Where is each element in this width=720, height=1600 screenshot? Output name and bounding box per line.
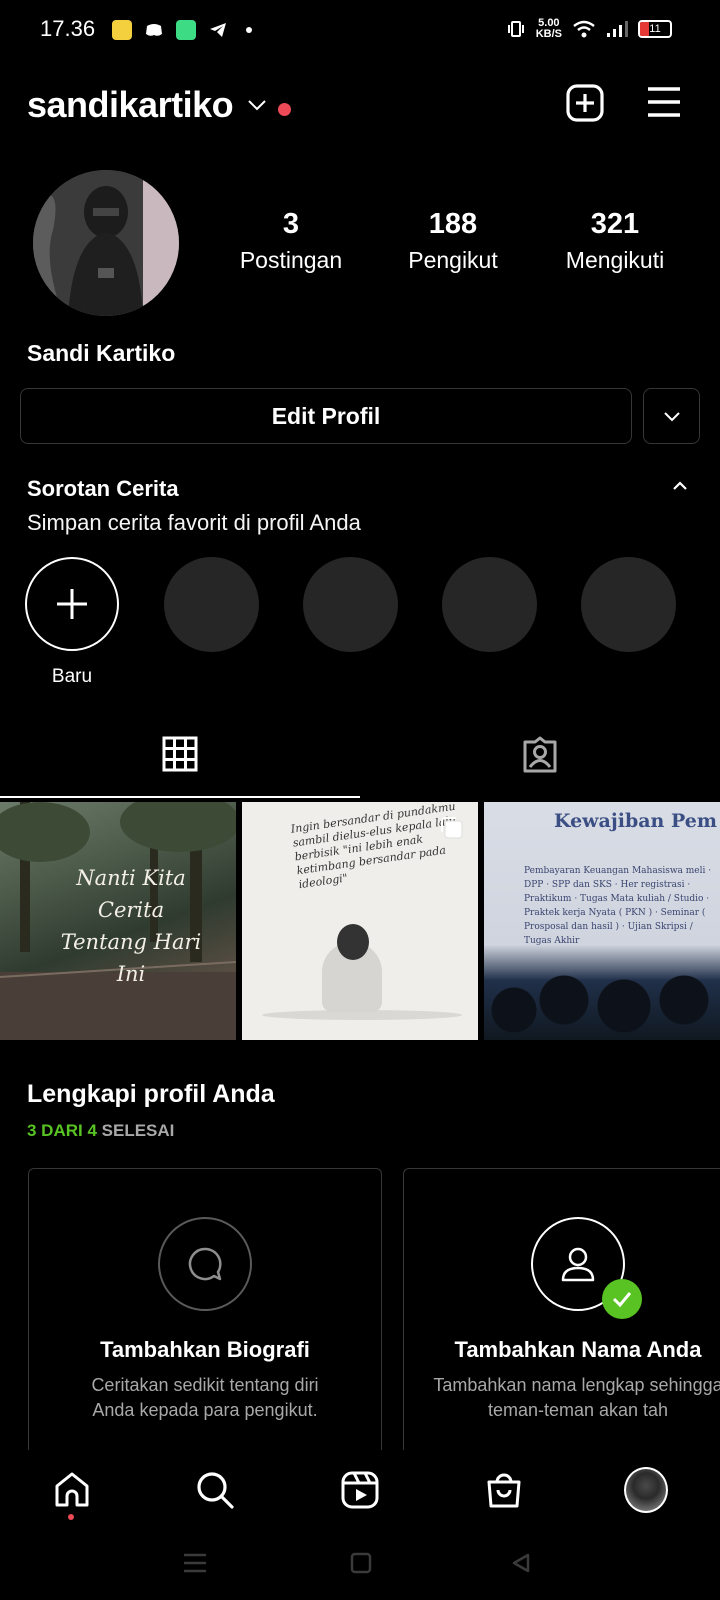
suggested-accounts-button[interactable] xyxy=(643,388,700,444)
telegram-icon xyxy=(208,20,228,40)
battery-indicator: 11 xyxy=(638,20,672,38)
stat-value: 188 xyxy=(428,208,478,240)
highlights-title: Sorotan Cerita xyxy=(27,476,179,501)
nav-profile[interactable] xyxy=(624,1467,668,1513)
highlight-placeholder xyxy=(442,557,537,652)
more-notifications-dot xyxy=(246,27,252,33)
avatar-image xyxy=(33,170,179,316)
tab-posts-grid[interactable] xyxy=(0,736,360,798)
post-caption-text: Nanti Kita Cerita Tentang Hari Ini xyxy=(60,866,202,986)
card-description: Ceritakan sedikit tentang diri Anda kepa… xyxy=(91,1375,319,1420)
slide-list: Pembayaran Keuangan Mahasiswa meli · DPP… xyxy=(524,866,712,946)
profile-avatar[interactable] xyxy=(33,170,179,316)
status-time: 17.36 xyxy=(40,16,96,41)
chevron-up-icon[interactable] xyxy=(672,480,688,492)
recent-apps-icon[interactable] xyxy=(183,1552,207,1574)
battery-level: 11 xyxy=(649,23,661,35)
stat-following[interactable]: 321 Mengikuti xyxy=(545,208,685,274)
profile-avatar-small xyxy=(624,1467,668,1513)
search-icon xyxy=(197,1472,234,1509)
stat-label: Pengikut xyxy=(408,247,498,273)
card-icon-circle xyxy=(158,1217,252,1311)
vibrate-icon xyxy=(507,21,524,37)
add-bio-card[interactable]: Tambahkan Biografi Ceritakan sedikit ten… xyxy=(28,1168,382,1458)
slide-title: Kewajiban Pem Keuangan Mah xyxy=(554,810,720,832)
post-thumbnail[interactable]: Nanti Kita Cerita Tentang Hari Ini xyxy=(0,802,236,1040)
notification-icons xyxy=(112,20,252,40)
complete-profile-title: Lengkapi profil Anda xyxy=(27,1080,275,1108)
person-icon xyxy=(561,1247,595,1282)
create-post-button[interactable] xyxy=(565,83,605,123)
highlight-placeholder xyxy=(303,557,398,652)
stat-value: 321 xyxy=(590,208,640,240)
shopping-bag-icon xyxy=(487,1473,521,1508)
menu-icon[interactable] xyxy=(646,84,682,120)
tab-tagged[interactable] xyxy=(360,736,720,798)
edit-profile-button[interactable]: Edit Profil xyxy=(20,388,632,444)
card-title: Tambahkan Nama Anda xyxy=(454,1337,702,1362)
post-thumbnail[interactable]: Kewajiban Pem Keuangan Mah Pembayaran Ke… xyxy=(484,802,720,1040)
home-icon xyxy=(55,1472,89,1507)
full-name: Sandi Kartiko xyxy=(27,340,176,366)
app-notification-icon xyxy=(112,20,132,40)
nav-search[interactable] xyxy=(193,1468,237,1512)
chat-app-icon xyxy=(176,20,196,40)
add-name-card[interactable]: Tambahkan Nama Anda Tambahkan nama lengk… xyxy=(403,1168,720,1458)
progress-label: SELESAI xyxy=(101,1121,175,1140)
completed-check-icon xyxy=(602,1279,642,1319)
speech-bubble-icon xyxy=(188,1247,222,1281)
system-navigation-bar xyxy=(0,1530,720,1600)
bottom-navigation xyxy=(0,1450,720,1530)
illustration-head xyxy=(337,924,369,960)
chevron-down-icon[interactable] xyxy=(247,98,267,112)
highlights-subtitle: Simpan cerita favorit di profil Anda xyxy=(27,510,361,535)
stat-posts[interactable]: 3 Postingan xyxy=(221,208,361,274)
highlight-placeholder xyxy=(581,557,676,652)
progress-count: 3 DARI 4 xyxy=(27,1121,97,1140)
net-speed-unit: KB/S xyxy=(535,28,562,40)
signal-icon xyxy=(607,21,628,37)
stat-label: Mengikuti xyxy=(565,247,665,273)
active-tab-indicator xyxy=(0,796,360,798)
audience-silhouettes xyxy=(484,970,720,1040)
grid-icon xyxy=(162,736,198,772)
nav-home[interactable] xyxy=(50,1468,94,1512)
home-notification-dot xyxy=(68,1514,74,1520)
card-title: Tambahkan Biografi xyxy=(100,1337,310,1362)
new-highlight-label: Baru xyxy=(51,666,93,687)
nav-shop[interactable] xyxy=(482,1468,526,1512)
stat-value: 3 xyxy=(282,208,300,240)
status-right: 5.00 KB/S 11 xyxy=(506,18,672,40)
reels-icon xyxy=(341,1471,379,1509)
nav-reels[interactable] xyxy=(338,1468,382,1512)
net-speed: 5.00 KB/S xyxy=(536,18,562,40)
stat-label: Postingan xyxy=(239,247,343,273)
discord-icon xyxy=(144,20,164,40)
back-icon[interactable] xyxy=(510,1552,532,1574)
post-thumbnail[interactable]: Ingin bersandar di pundakmu sambil dielu… xyxy=(242,802,478,1040)
new-highlight-button[interactable] xyxy=(25,557,119,651)
notification-dot xyxy=(278,103,291,116)
chevron-down-icon xyxy=(663,412,680,422)
plus-icon xyxy=(57,589,87,619)
highlight-placeholder xyxy=(164,557,259,652)
home-button-icon[interactable] xyxy=(350,1552,372,1574)
card-description: Tambahkan nama lengkap sehingga teman-te… xyxy=(433,1375,720,1420)
wifi-icon xyxy=(573,20,595,38)
tagged-person-icon xyxy=(523,736,557,773)
complete-profile-progress: 3 DARI 4 SELESAI xyxy=(27,1121,174,1141)
multiple-images-icon xyxy=(441,817,463,839)
stat-followers[interactable]: 188 Pengikut xyxy=(383,208,523,274)
username-switcher[interactable]: sandikartiko xyxy=(27,84,234,126)
